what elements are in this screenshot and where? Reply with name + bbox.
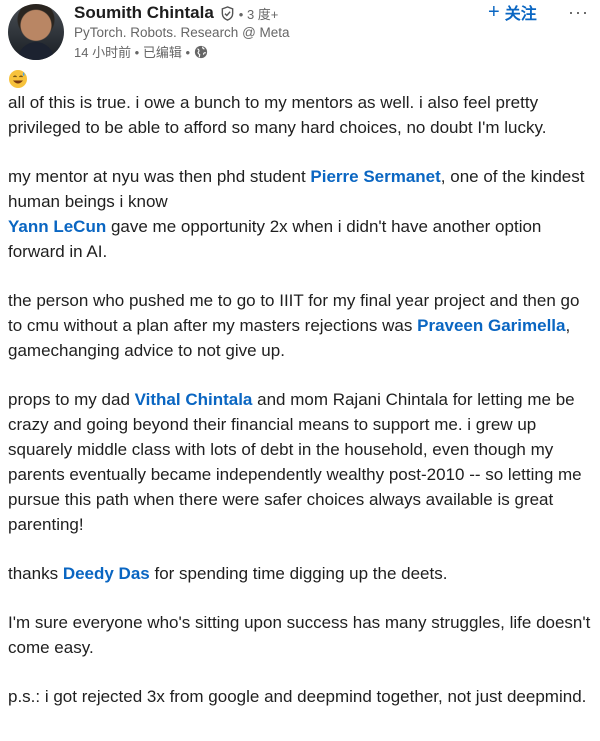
post-paragraph: p.s.: i got rejected 3x from google and …	[8, 687, 587, 706]
avatar[interactable]	[8, 4, 64, 60]
post-paragraph: props to my dad Vithal Chintala and mom …	[8, 387, 596, 537]
author-line: Soumith Chintala • 3 度+	[74, 1, 278, 25]
globe-icon	[194, 45, 208, 59]
post-paragraph: all of this is true. i owe a bunch to my…	[8, 93, 547, 137]
mention-link[interactable]: Pierre Sermanet	[310, 167, 440, 186]
mention-link[interactable]: Deedy Das	[63, 564, 150, 583]
post-paragraph: I'm sure everyone who's sitting upon suc…	[8, 613, 591, 657]
mention-link[interactable]: Yann LeCun	[8, 217, 106, 236]
mention-link[interactable]: Vithal Chintala	[135, 390, 253, 409]
connection-degree: • 3 度+	[238, 6, 279, 22]
post-text: my mentor at nyu was then phd student	[8, 167, 311, 186]
post-paragraph: my mentor at nyu was then phd student Pi…	[8, 164, 596, 264]
follow-button[interactable]: + 关注	[488, 0, 537, 24]
sweat-smile-emoji	[8, 69, 28, 89]
post-text: thanks	[8, 564, 63, 583]
verified-icon	[220, 5, 235, 21]
post-meta: 14 小时前 • 已编辑 •	[74, 42, 208, 61]
post-time: 14 小时前 • 已编辑 •	[74, 45, 191, 60]
author-name[interactable]: Soumith Chintala	[74, 3, 214, 23]
post-text: and mom Rajani Chintala for letting me b…	[8, 390, 582, 534]
post-body: all of this is true. i owe a bunch to my…	[8, 90, 596, 733]
post-text: props to my dad	[8, 390, 135, 409]
feed-post: Soumith Chintala • 3 度+ PyTorch. Robots.…	[0, 0, 600, 741]
follow-label: 关注	[504, 6, 537, 23]
author-headline: PyTorch. Robots. Research @ Meta	[74, 25, 290, 40]
post-paragraph: thanks Deedy Das for spending time diggi…	[8, 561, 596, 586]
post-text: for spending time digging up the deets.	[149, 564, 448, 583]
post-header: Soumith Chintala • 3 度+ PyTorch. Robots.…	[0, 0, 600, 66]
plus-icon: +	[488, 1, 500, 23]
mention-link[interactable]: Praveen Garimella	[417, 316, 565, 335]
more-options-button[interactable]: ···	[568, 2, 589, 23]
post-paragraph: the person who pushed me to go to IIIT f…	[8, 288, 596, 363]
